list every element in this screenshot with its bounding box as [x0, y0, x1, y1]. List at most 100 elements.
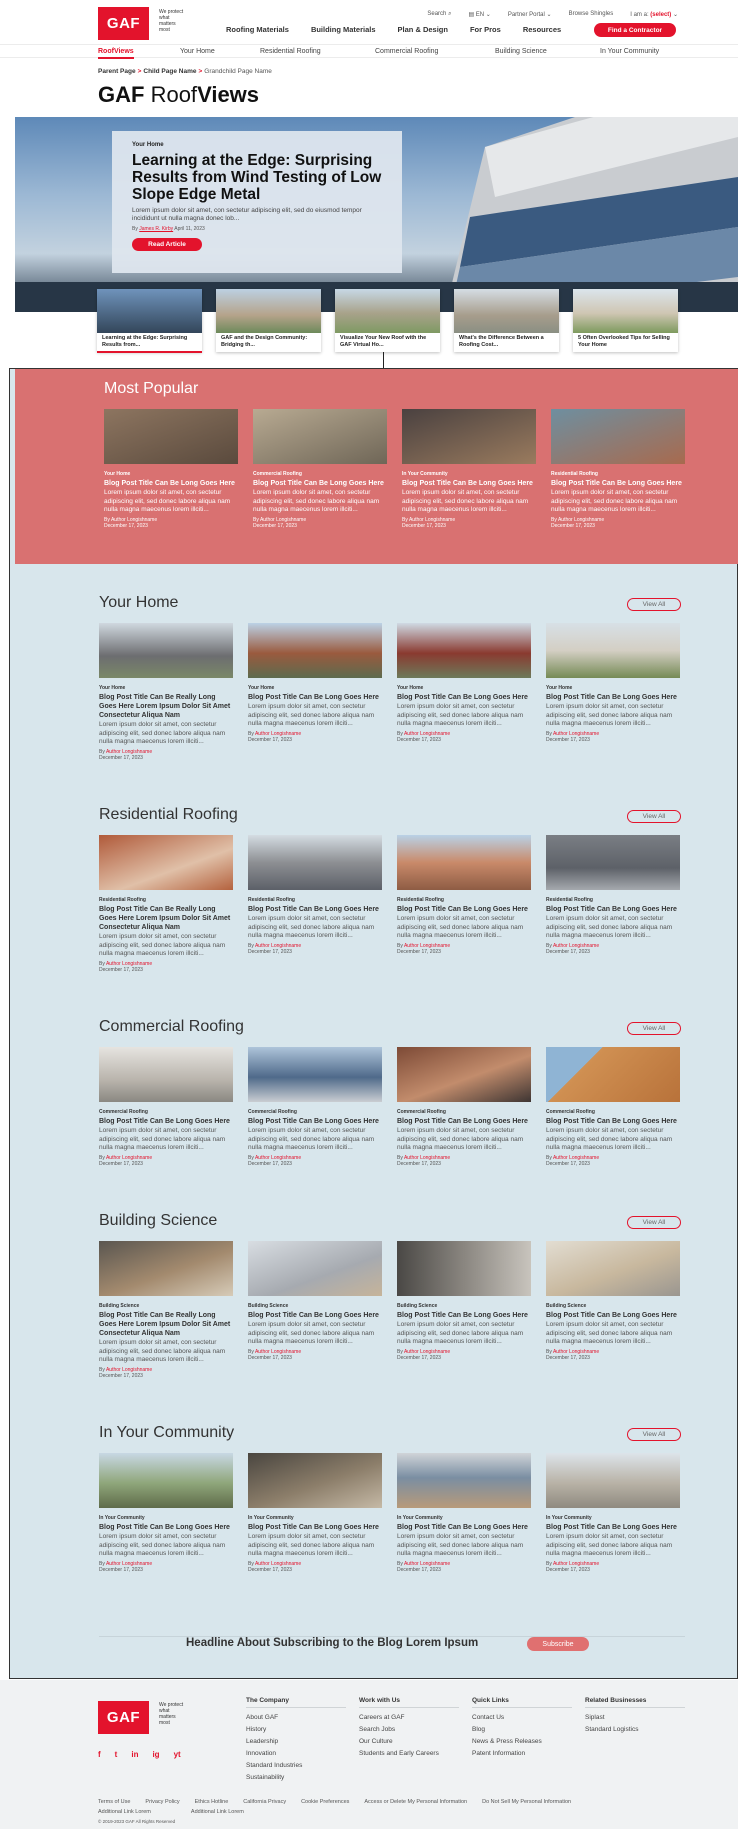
footer-link[interactable]: Our Culture	[359, 1736, 459, 1748]
post-card[interactable]: In Your Community Blog Post Title Can Be …	[99, 1453, 233, 1573]
post-title[interactable]: Blog Post Title Can Be Long Goes Here	[397, 1311, 531, 1320]
hero-thumb[interactable]: GAF and the Design Community: Bridging t…	[216, 289, 321, 352]
twitter-icon[interactable]: t	[115, 1750, 118, 1759]
post-author[interactable]: Author Longishname	[255, 943, 301, 949]
post-title[interactable]: Blog Post Title Can Be Long Goes Here	[253, 479, 387, 488]
legal-link[interactable]: Access or Delete My Personal Information	[364, 1799, 467, 1805]
legal-link[interactable]: Ethics Hotline	[195, 1799, 229, 1805]
breadcrumb-child[interactable]: Child Page Name	[143, 68, 196, 75]
post-author[interactable]: Author Longishname	[553, 1349, 599, 1355]
footer-link[interactable]: Blog	[472, 1724, 572, 1736]
post-title[interactable]: Blog Post Title Can Be Long Goes Here	[397, 905, 531, 914]
view-all-button[interactable]: View All	[627, 1216, 681, 1229]
post-title[interactable]: Blog Post Title Can Be Long Goes Here	[104, 479, 238, 488]
footer-link[interactable]: Standard Logistics	[585, 1724, 685, 1736]
post-card[interactable]: In Your Community Blog Post Title Can Be …	[248, 1453, 382, 1573]
post-author[interactable]: Author Longishname	[409, 517, 455, 523]
nav-for-pros[interactable]: For Pros	[470, 25, 501, 34]
footer-link[interactable]: Sustainability	[246, 1772, 346, 1784]
post-card[interactable]: Your Home Blog Post Title Can Be Long Goe…	[248, 623, 382, 761]
post-card[interactable]: Your Home Blog Post Title Can Be Long Goe…	[546, 623, 680, 761]
post-author[interactable]: Author Longishname	[404, 1349, 450, 1355]
post-card[interactable]: Residential Roofing Blog Post Title Can B…	[397, 835, 531, 973]
post-author[interactable]: Author Longishname	[255, 1561, 301, 1567]
post-author[interactable]: Author Longishname	[106, 1561, 152, 1567]
view-all-button[interactable]: View All	[627, 810, 681, 823]
post-title[interactable]: Blog Post Title Can Be Long Goes Here	[546, 1117, 680, 1126]
legal-link[interactable]: Do Not Sell My Personal Information	[482, 1799, 571, 1805]
tab-building-science[interactable]: Building Science	[495, 48, 547, 55]
post-title[interactable]: Blog Post Title Can Be Long Goes Here	[248, 693, 382, 702]
footer-link[interactable]: About GAF	[246, 1712, 346, 1724]
post-card[interactable]: In Your Community Blog Post Title Can Be …	[397, 1453, 531, 1573]
search-link[interactable]: Search ⌕	[427, 11, 451, 18]
post-author[interactable]: Author Longishname	[106, 1367, 152, 1373]
footer-link[interactable]: Careers at GAF	[359, 1712, 459, 1724]
post-author[interactable]: Author Longishname	[255, 1155, 301, 1161]
post-card[interactable]: In Your Community Blog Post Title Can Be …	[402, 409, 536, 529]
post-author[interactable]: Author Longishname	[260, 517, 306, 523]
post-card[interactable]: Commercial Roofing Blog Post Title Can Be…	[546, 1047, 680, 1167]
post-title[interactable]: Blog Post Title Can Be Long Goes Here	[99, 1523, 233, 1532]
subscribe-button[interactable]: Subscribe	[527, 1637, 589, 1651]
view-all-button[interactable]: View All	[627, 598, 681, 611]
post-card[interactable]: Commercial Roofing Blog Post Title Can Be…	[397, 1047, 531, 1167]
post-card[interactable]: Your Home Blog Post Title Can Be Long Goe…	[397, 623, 531, 761]
view-all-button[interactable]: View All	[627, 1428, 681, 1441]
post-author[interactable]: Author Longishname	[106, 961, 152, 967]
gaf-logo[interactable]: GAF	[98, 7, 149, 40]
nav-building-materials[interactable]: Building Materials	[311, 25, 376, 34]
post-title[interactable]: Blog Post Title Can Be Long Goes Here	[397, 693, 531, 702]
post-author[interactable]: Author Longishname	[404, 943, 450, 949]
post-title[interactable]: Blog Post Title Can Be Really Long Goes …	[99, 1311, 233, 1338]
post-author[interactable]: Author Longishname	[255, 1349, 301, 1355]
post-title[interactable]: Blog Post Title Can Be Long Goes Here	[248, 1117, 382, 1126]
post-author[interactable]: Author Longishname	[404, 731, 450, 737]
post-author[interactable]: Author Longishname	[404, 1155, 450, 1161]
find-contractor-button[interactable]: Find a Contractor	[594, 23, 676, 37]
post-author[interactable]: Author Longishname	[404, 1561, 450, 1567]
post-author[interactable]: Author Longishname	[553, 1561, 599, 1567]
footer-link[interactable]: Students and Early Careers	[359, 1748, 459, 1760]
post-title[interactable]: Blog Post Title Can Be Long Goes Here	[248, 905, 382, 914]
footer-link[interactable]: History	[246, 1724, 346, 1736]
post-card[interactable]: Residential Roofing Blog Post Title Can B…	[546, 835, 680, 973]
language-selector[interactable]: ▤ EN ⌄	[468, 11, 490, 18]
post-author[interactable]: Author Longishname	[255, 731, 301, 737]
tab-commercial-roofing[interactable]: Commercial Roofing	[375, 48, 438, 55]
post-author[interactable]: Author Longishname	[111, 517, 157, 523]
legal-link[interactable]: Additional Link Lorem	[98, 1809, 151, 1815]
post-card[interactable]: In Your Community Blog Post Title Can Be …	[546, 1453, 680, 1573]
footer-link[interactable]: Innovation	[246, 1748, 346, 1760]
hero-thumb[interactable]: Visualize Your New Roof with the GAF Vir…	[335, 289, 440, 352]
post-title[interactable]: Blog Post Title Can Be Long Goes Here	[402, 479, 536, 488]
post-title[interactable]: Blog Post Title Can Be Long Goes Here	[248, 1523, 382, 1532]
post-title[interactable]: Blog Post Title Can Be Long Goes Here	[248, 1311, 382, 1320]
footer-link[interactable]: Siplast	[585, 1712, 685, 1724]
nav-resources[interactable]: Resources	[523, 25, 561, 34]
hero-thumb[interactable]: 5 Often Overlooked Tips for Selling Your…	[573, 289, 678, 352]
post-title[interactable]: Blog Post Title Can Be Long Goes Here	[546, 693, 680, 702]
tab-residential-roofing[interactable]: Residential Roofing	[260, 48, 321, 55]
tab-roofviews[interactable]: RoofViews	[98, 48, 134, 59]
footer-link[interactable]: Contact Us	[472, 1712, 572, 1724]
footer-link[interactable]: Leadership	[246, 1736, 346, 1748]
tab-in-your-community[interactable]: In Your Community	[600, 48, 659, 55]
post-title[interactable]: Blog Post Title Can Be Long Goes Here	[546, 1311, 680, 1320]
post-title[interactable]: Blog Post Title Can Be Long Goes Here	[546, 905, 680, 914]
tab-your-home[interactable]: Your Home	[180, 48, 215, 55]
post-card[interactable]: Building Science Blog Post Title Can Be L…	[248, 1241, 382, 1379]
footer-link[interactable]: Standard Industries	[246, 1760, 346, 1772]
legal-link[interactable]: Terms of Use	[98, 1799, 130, 1805]
post-author[interactable]: Author Longishname	[106, 1155, 152, 1161]
legal-link[interactable]: Cookie Preferences	[301, 1799, 349, 1805]
post-title[interactable]: Blog Post Title Can Be Long Goes Here	[551, 479, 685, 488]
post-card[interactable]: Residential Roofing Blog Post Title Can B…	[99, 835, 233, 973]
hero-thumb[interactable]: Learning at the Edge: Surprising Results…	[97, 289, 202, 353]
role-selector[interactable]: I am a: (select) ⌄	[630, 11, 678, 18]
post-author[interactable]: Author Longishname	[553, 943, 599, 949]
view-all-button[interactable]: View All	[627, 1022, 681, 1035]
youtube-icon[interactable]: yt	[174, 1750, 181, 1759]
post-card[interactable]: Residential Roofing Blog Post Title Can B…	[551, 409, 685, 529]
post-author[interactable]: Author Longishname	[553, 731, 599, 737]
